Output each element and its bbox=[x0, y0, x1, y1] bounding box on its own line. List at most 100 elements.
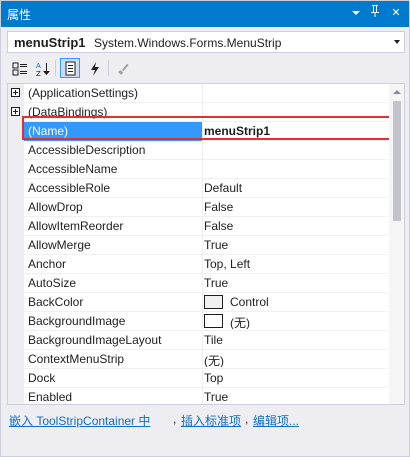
object-type: System.Windows.Forms.MenuStrip bbox=[94, 36, 282, 50]
property-row[interactable]: AllowMerge True bbox=[8, 236, 388, 255]
row-gutter bbox=[8, 388, 24, 404]
property-value[interactable]: Tile bbox=[204, 333, 386, 348]
row-gutter bbox=[8, 217, 24, 236]
column-divider[interactable] bbox=[202, 331, 203, 350]
column-divider[interactable] bbox=[202, 293, 203, 312]
property-row[interactable]: Dock Top bbox=[8, 369, 388, 388]
property-value[interactable]: Top, Left bbox=[204, 257, 386, 272]
property-value[interactable]: False bbox=[204, 219, 386, 234]
row-gutter bbox=[8, 293, 24, 312]
property-name: AccessibleDescription bbox=[28, 143, 146, 157]
embed-toolstripcontainer-link[interactable]: 嵌入 ToolStripContainer 中 bbox=[9, 412, 150, 429]
property-row[interactable]: AutoSize True bbox=[8, 274, 388, 293]
property-name: (ApplicationSettings) bbox=[28, 86, 139, 100]
property-value[interactable]: Top bbox=[204, 371, 386, 386]
column-divider[interactable] bbox=[202, 179, 203, 198]
categorized-button[interactable] bbox=[9, 58, 29, 78]
property-name: AllowItemReorder bbox=[28, 219, 124, 233]
auto-hide-pin-button[interactable] bbox=[367, 5, 383, 22]
property-row[interactable]: Anchor Top, Left bbox=[8, 255, 388, 274]
pin-icon bbox=[371, 5, 379, 17]
property-value[interactable]: True bbox=[204, 390, 386, 404]
property-name: AllowMerge bbox=[28, 238, 91, 252]
property-value[interactable]: (无) bbox=[204, 352, 386, 367]
property-row[interactable]: (ApplicationSettings) bbox=[8, 84, 388, 103]
property-row[interactable]: AccessibleRole Default bbox=[8, 179, 388, 198]
property-row[interactable]: Enabled True bbox=[8, 388, 388, 404]
property-row[interactable]: AllowItemReorder False bbox=[8, 217, 388, 236]
vertical-scrollbar[interactable] bbox=[389, 84, 404, 404]
row-gutter bbox=[8, 141, 24, 160]
property-name: BackColor bbox=[28, 295, 84, 309]
property-pages-button[interactable] bbox=[113, 58, 133, 78]
row-gutter bbox=[8, 160, 24, 179]
toolbar-separator bbox=[55, 60, 56, 76]
title-bar: 属性 ✕ bbox=[1, 1, 409, 27]
description-pane bbox=[7, 433, 405, 455]
property-name: AccessibleName bbox=[28, 162, 118, 176]
insert-standard-items-link[interactable]: 插入标准项 bbox=[181, 412, 241, 429]
property-value[interactable] bbox=[204, 162, 386, 177]
column-divider[interactable] bbox=[202, 141, 203, 160]
property-value[interactable]: True bbox=[204, 276, 386, 291]
row-gutter bbox=[8, 350, 24, 369]
property-row[interactable]: ContextMenuStrip (无) bbox=[8, 350, 388, 369]
chevron-down-icon[interactable] bbox=[394, 40, 400, 44]
property-row[interactable]: BackColor Control bbox=[8, 293, 388, 312]
property-value[interactable]: False bbox=[204, 200, 386, 215]
color-swatch bbox=[204, 314, 223, 328]
column-divider[interactable] bbox=[202, 217, 203, 236]
svg-text:A: A bbox=[36, 62, 41, 70]
window-position-dropdown[interactable] bbox=[348, 5, 364, 22]
row-gutter bbox=[8, 331, 24, 350]
column-divider[interactable] bbox=[202, 388, 203, 404]
expand-plus-icon[interactable] bbox=[11, 107, 20, 116]
name-row-highlight bbox=[22, 116, 395, 140]
column-divider[interactable] bbox=[202, 350, 203, 369]
column-divider[interactable] bbox=[202, 369, 203, 388]
property-row[interactable]: AccessibleDescription bbox=[8, 141, 388, 160]
column-divider[interactable] bbox=[202, 274, 203, 293]
expand-plus-icon[interactable] bbox=[11, 88, 20, 97]
property-row[interactable]: AllowDrop False bbox=[8, 198, 388, 217]
properties-button[interactable] bbox=[60, 58, 80, 78]
column-divider[interactable] bbox=[202, 255, 203, 274]
column-divider[interactable] bbox=[202, 236, 203, 255]
property-value[interactable] bbox=[204, 143, 386, 158]
commands-pane: 嵌入 ToolStripContainer 中 , 插入标准项 , 编辑项... bbox=[7, 407, 405, 431]
close-button[interactable]: ✕ bbox=[388, 5, 404, 22]
alphabetical-button[interactable]: A Z bbox=[32, 58, 52, 78]
property-value-text: Control bbox=[230, 295, 269, 309]
row-gutter bbox=[8, 312, 24, 331]
scrollbar-thumb[interactable] bbox=[393, 101, 401, 221]
properties-window: 属性 ✕ menuStrip1 System.Windows.Forms.Men… bbox=[0, 0, 410, 457]
color-swatch bbox=[204, 295, 223, 309]
property-value[interactable]: Default bbox=[204, 181, 386, 196]
property-name: Anchor bbox=[28, 257, 67, 271]
scroll-up-icon[interactable] bbox=[393, 90, 401, 94]
property-row[interactable]: BackgroundImageLayout Tile bbox=[8, 331, 388, 350]
object-selector[interactable]: menuStrip1 System.Windows.Forms.MenuStri… bbox=[7, 31, 405, 53]
categorized-icon bbox=[12, 62, 27, 76]
property-row[interactable]: BackgroundImage (无) bbox=[8, 312, 388, 331]
close-icon: ✕ bbox=[391, 7, 401, 19]
command-separator: , bbox=[245, 412, 249, 426]
column-divider[interactable] bbox=[202, 160, 203, 179]
row-gutter bbox=[8, 84, 24, 103]
property-value[interactable]: Control bbox=[204, 295, 386, 310]
property-name: BackgroundImage bbox=[28, 314, 126, 328]
property-pages-icon bbox=[118, 63, 129, 75]
property-row[interactable]: AccessibleName bbox=[8, 160, 388, 179]
edit-items-link[interactable]: 编辑项... bbox=[253, 412, 299, 429]
svg-text:Z: Z bbox=[36, 70, 41, 77]
column-divider[interactable] bbox=[202, 198, 203, 217]
property-value[interactable] bbox=[204, 86, 386, 101]
column-divider[interactable] bbox=[202, 312, 203, 331]
events-button[interactable] bbox=[84, 58, 104, 78]
window-title: 属性 bbox=[7, 8, 32, 22]
column-divider[interactable] bbox=[202, 84, 203, 103]
property-value[interactable]: True bbox=[204, 238, 386, 253]
row-gutter bbox=[8, 369, 24, 388]
property-grid: (ApplicationSettings) (DataBindings) (Name… bbox=[7, 83, 405, 405]
property-value[interactable]: (无) bbox=[204, 314, 386, 329]
